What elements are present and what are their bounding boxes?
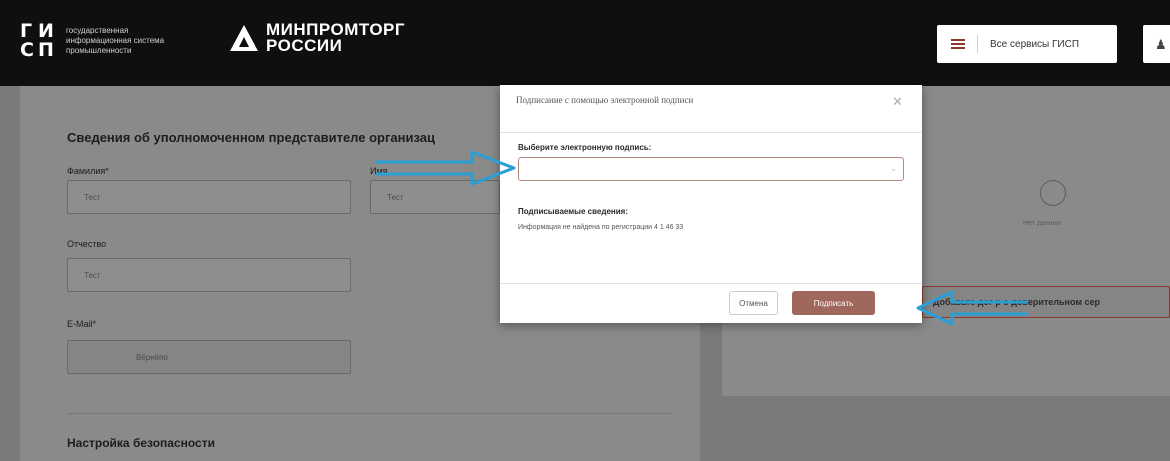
security-section-title: Настройка безопасности (67, 436, 215, 450)
email-input[interactable]: Вёрнёпо (67, 340, 351, 374)
close-icon[interactable]: ✕ (892, 94, 903, 110)
user-button[interactable]: ♟ (1143, 25, 1170, 63)
add-trust-service-agreement-button[interactable]: Добавьте дог р о доверительном сер (922, 286, 1170, 318)
ministry-logo[interactable]: МИНПРОМТОРГ РОССИИ (230, 21, 405, 55)
modal-header: Подписание с помощью электронной подписи… (500, 85, 922, 133)
signed-info-text: Информация не найдена по регистрации 4 1… (518, 224, 684, 231)
name-input[interactable]: Тест (370, 180, 500, 214)
patronymic-label: Отчество (67, 239, 107, 249)
add-agreement-label: Добавьте дог р о доверительном сер (933, 297, 1101, 307)
top-header: Г И С П государственная информационная с… (0, 0, 1170, 86)
logo-text-line: государственная (66, 26, 129, 35)
services-separator (977, 35, 978, 53)
patronymic-value: Тест (84, 271, 101, 280)
gisp-logo[interactable]: Г И С П государственная информационная с… (20, 22, 196, 60)
ministry-line: РОССИИ (266, 36, 343, 55)
name-label: Имя (370, 166, 388, 176)
cancel-button[interactable]: Отмена (729, 291, 778, 315)
ministry-logo-text: МИНПРОМТОРГ РОССИИ (266, 21, 405, 55)
signature-select[interactable]: ⌄ (518, 157, 904, 181)
modal-footer: Отмена Подписать (500, 283, 922, 323)
gisp-logo-mark: Г И С П (20, 22, 58, 60)
logo-letter-s: С (20, 39, 34, 61)
modal-title: Подписание с помощью электронной подписи (516, 95, 694, 105)
user-icon: ♟ (1155, 37, 1167, 52)
email-value: Вёрнёпо (136, 353, 168, 362)
form-title: Сведения об уполномоченном представителе… (67, 130, 435, 145)
signed-info-label: Подписываемые сведения: (518, 207, 628, 216)
surname-input[interactable]: Тест (67, 180, 351, 214)
section-divider (67, 413, 672, 414)
logo-text-line: промышленности (66, 46, 132, 55)
all-services-button[interactable]: Все сервисы ГИСП (937, 25, 1117, 63)
surname-label: Фамилия* (67, 166, 109, 176)
sign-button[interactable]: Подписать (792, 291, 875, 315)
email-label: E-Mail* (67, 319, 97, 329)
surname-value: Тест (84, 193, 101, 202)
signature-select-label: Выберите электронную подпись: (518, 143, 652, 152)
patronymic-input[interactable]: Тест (67, 258, 351, 292)
logo-letter-p: П (38, 39, 54, 61)
all-services-label: Все сервисы ГИСП (990, 38, 1080, 50)
chevron-down-icon: ⌄ (890, 164, 897, 173)
empty-inbox-icon (1040, 180, 1066, 206)
name-value: Тест (387, 193, 404, 202)
menu-icon (951, 39, 965, 49)
logo-text-line: информационная система (66, 36, 165, 45)
ministry-logo-icon (230, 25, 258, 51)
no-data-text: Нет данных (1023, 220, 1062, 227)
gisp-logo-text: государственная информационная система п… (66, 26, 196, 56)
e-signature-modal: Подписание с помощью электронной подписи… (500, 85, 922, 323)
